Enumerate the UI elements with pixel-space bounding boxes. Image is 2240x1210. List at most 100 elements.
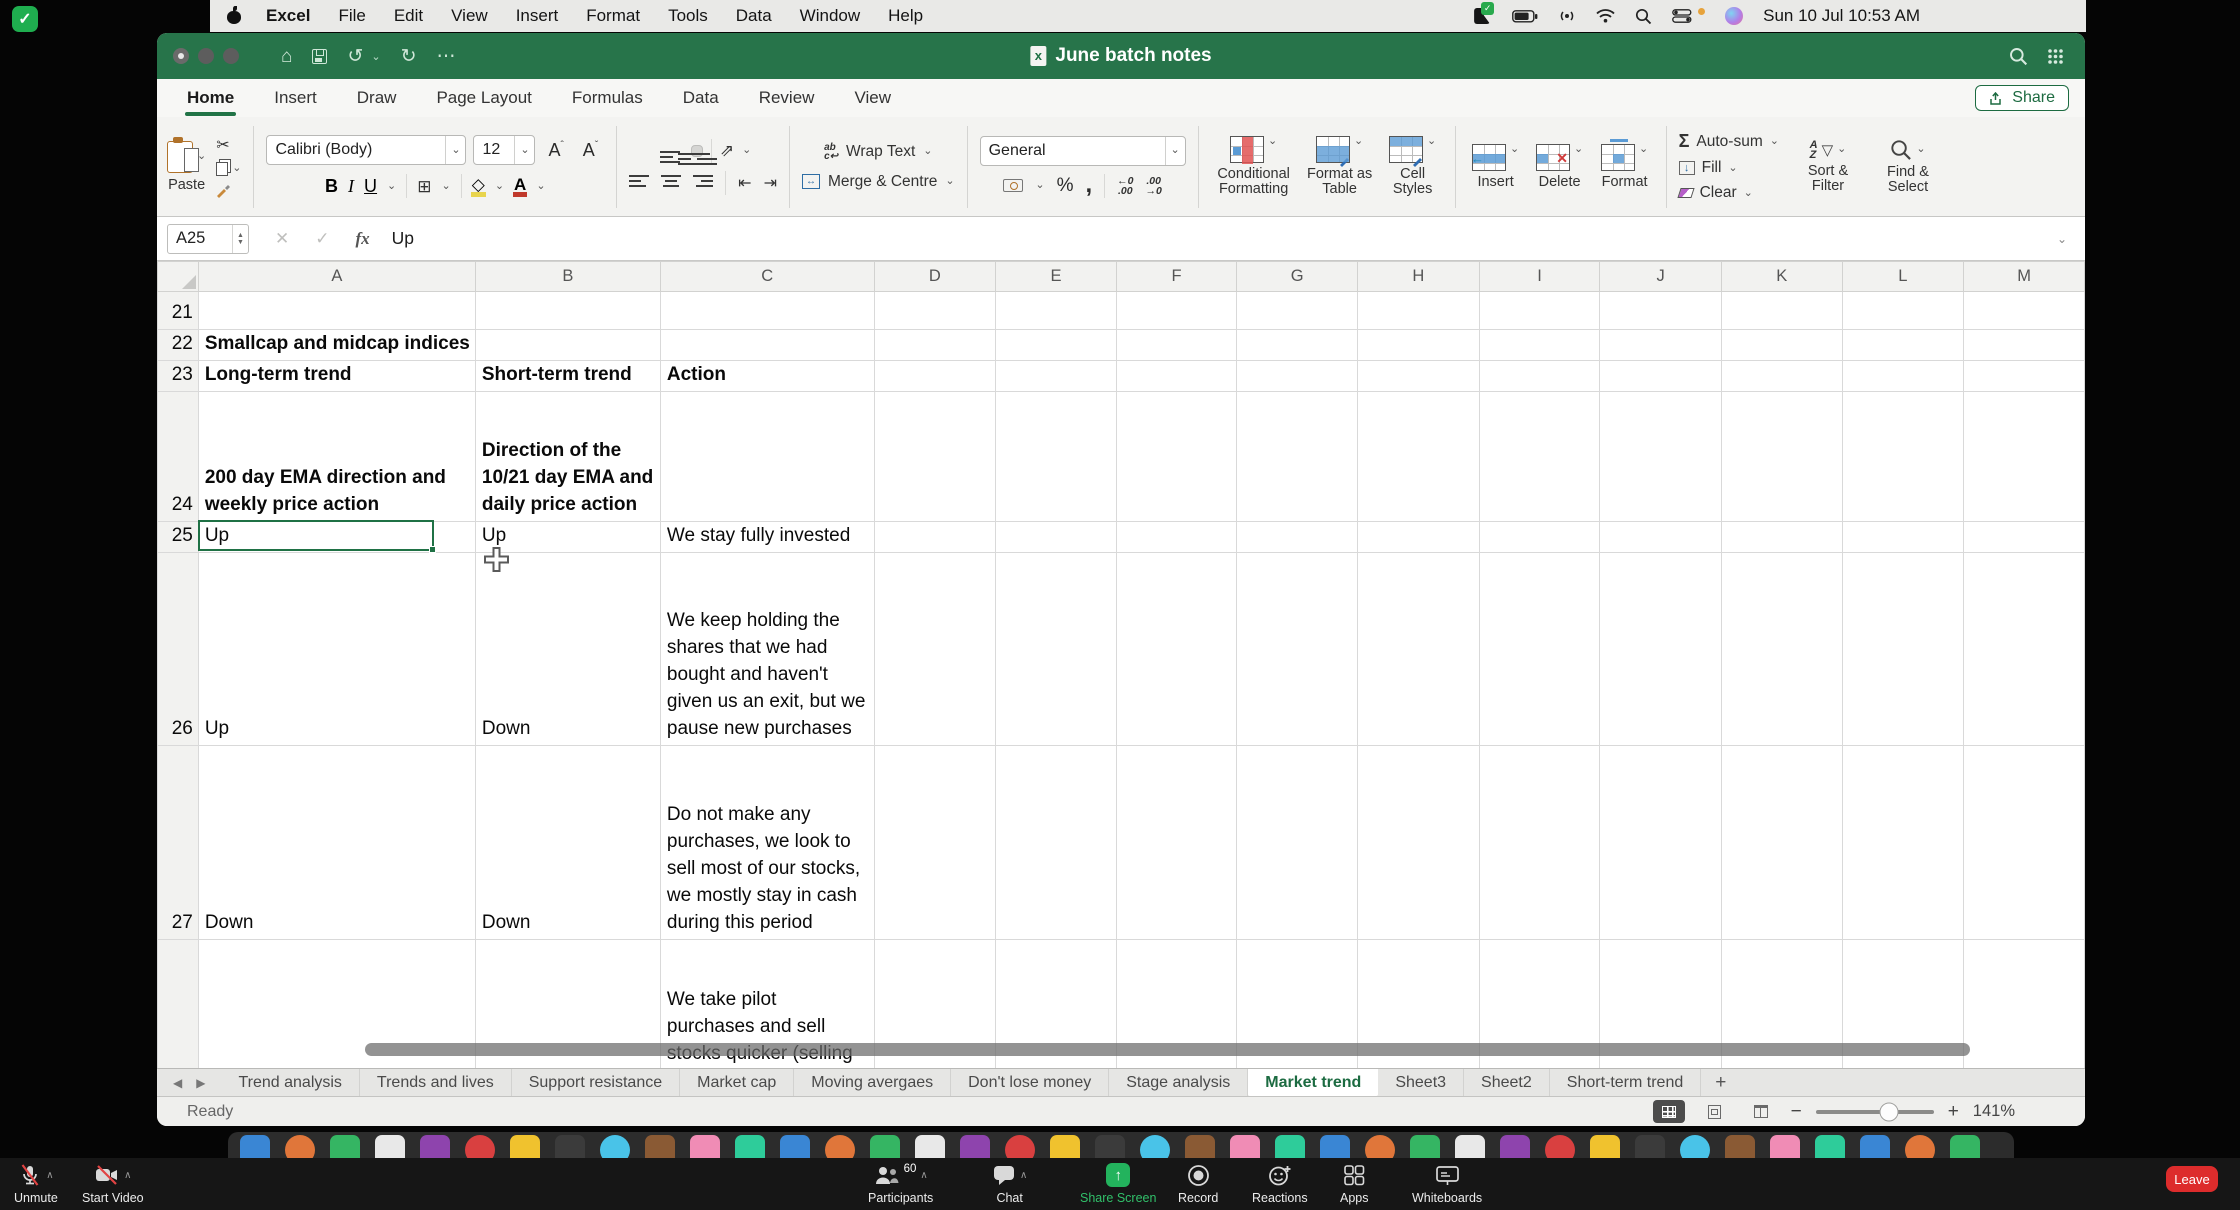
cell[interactable]	[1358, 392, 1480, 522]
bold-button[interactable]: B	[325, 176, 338, 197]
sheet-tab-sheet3[interactable]: Sheet3	[1378, 1069, 1464, 1096]
cell[interactable]	[1721, 553, 1842, 746]
cell[interactable]	[1479, 522, 1600, 553]
zoom-in-button[interactable]: +	[1948, 1101, 1959, 1123]
cell-C22[interactable]	[660, 330, 874, 361]
cell[interactable]	[1116, 292, 1237, 330]
cell[interactable]	[1964, 361, 2085, 392]
zoom-percentage[interactable]: 141%	[1973, 1102, 2015, 1121]
cell[interactable]	[1358, 746, 1480, 940]
menu-edit[interactable]: Edit	[394, 6, 423, 26]
cell[interactable]	[1358, 292, 1480, 330]
column-header-H[interactable]: H	[1358, 262, 1480, 292]
row-header-26[interactable]: 26	[158, 553, 199, 746]
cell[interactable]	[1600, 553, 1722, 746]
menu-file[interactable]: File	[338, 6, 365, 26]
cell[interactable]	[1237, 330, 1358, 361]
leave-meeting-button[interactable]: Leave	[2166, 1166, 2218, 1192]
cell-A25-selected[interactable]: Up	[198, 522, 475, 553]
underline-chevron-icon[interactable]: ⌄	[387, 181, 396, 192]
spotlight-search-icon[interactable]	[1635, 8, 1652, 25]
font-size-select[interactable]: 12 ⌄	[473, 135, 535, 165]
record-button[interactable]: Record	[1178, 1162, 1218, 1205]
wifi-icon[interactable]	[1596, 9, 1615, 23]
apps-button[interactable]: Apps	[1340, 1162, 1369, 1205]
sheet-tab-moving-avergaes[interactable]: Moving avergaes	[794, 1069, 951, 1096]
menu-excel[interactable]: Excel	[266, 6, 310, 26]
tab-review[interactable]: Review	[757, 82, 817, 114]
cut-icon[interactable]: ✂	[216, 135, 229, 155]
orientation-icon[interactable]: ⇗	[720, 142, 734, 159]
cell[interactable]	[1479, 292, 1600, 330]
cell-B21[interactable]	[475, 292, 660, 330]
search-icon[interactable]	[2009, 47, 2028, 66]
cell[interactable]	[874, 361, 996, 392]
cell-C25[interactable]: We stay fully invested	[660, 522, 874, 553]
menu-tools[interactable]: Tools	[668, 6, 708, 26]
cell[interactable]	[1358, 522, 1480, 553]
cell[interactable]	[1358, 361, 1480, 392]
column-header-B[interactable]: B	[475, 262, 660, 292]
row-header-21[interactable]: 21	[158, 292, 199, 330]
share-button[interactable]: Share	[1975, 85, 2069, 111]
cell-B27[interactable]: Down	[475, 746, 660, 940]
tab-insert[interactable]: Insert	[272, 82, 319, 114]
cell-B26[interactable]: Down	[475, 553, 660, 746]
align-center-button[interactable]	[661, 175, 681, 190]
select-all-corner[interactable]	[158, 262, 199, 292]
decrease-indent-icon[interactable]: ⇤	[738, 173, 751, 193]
formula-bar-value[interactable]: Up	[392, 228, 414, 249]
reactions-button[interactable]: Reactions	[1252, 1162, 1308, 1205]
insert-cells-button[interactable]: ⌄ Insert	[1468, 144, 1524, 190]
app-check-icon[interactable]	[1472, 6, 1492, 26]
cell[interactable]	[1842, 361, 1964, 392]
cell[interactable]	[1237, 746, 1358, 940]
cell-B22[interactable]	[475, 330, 660, 361]
cell[interactable]	[996, 392, 1117, 522]
decrease-font-size-button[interactable]: Aˇ	[577, 140, 604, 161]
cell[interactable]	[1721, 292, 1842, 330]
increase-font-size-button[interactable]: Aˆ	[542, 140, 569, 161]
cell[interactable]	[1721, 392, 1842, 522]
menu-format[interactable]: Format	[586, 6, 640, 26]
confirm-entry-icon[interactable]: ✓	[315, 229, 329, 249]
column-header-L[interactable]: L	[1842, 262, 1964, 292]
column-header-G[interactable]: G	[1237, 262, 1358, 292]
copy-chevron-icon[interactable]: ⌄	[232, 163, 241, 174]
align-top-button[interactable]	[655, 146, 665, 156]
cell[interactable]	[1116, 746, 1237, 940]
menu-insert[interactable]: Insert	[516, 6, 559, 26]
font-size-chevron-icon[interactable]: ⌄	[514, 136, 534, 164]
menu-help[interactable]: Help	[888, 6, 923, 26]
format-cells-button[interactable]: ⌄ Format	[1596, 144, 1654, 190]
cell[interactable]	[1237, 392, 1358, 522]
more-commands-icon[interactable]: ⋯	[437, 47, 456, 66]
cell-A24[interactable]: 200 day EMA direction and weekly price a…	[198, 392, 475, 522]
cell[interactable]	[996, 746, 1117, 940]
cell[interactable]	[1600, 292, 1722, 330]
row-header-23[interactable]: 23	[158, 361, 199, 392]
fill-color-chevron-icon[interactable]: ⌄	[495, 181, 504, 192]
cell[interactable]	[1479, 361, 1600, 392]
tab-draw[interactable]: Draw	[355, 82, 399, 114]
cell-C26[interactable]: We keep holding the shares that we had b…	[660, 553, 874, 746]
cell[interactable]	[1721, 361, 1842, 392]
orientation-chevron-icon[interactable]: ⌄	[742, 145, 751, 156]
column-header-A[interactable]: A	[198, 262, 475, 292]
row-header-22[interactable]: 22	[158, 330, 199, 361]
currency-chevron-icon[interactable]: ⌄	[1035, 180, 1044, 191]
italic-button[interactable]: I	[348, 176, 354, 197]
scroll-tabs-right-icon[interactable]: ▶	[196, 1076, 205, 1090]
home-icon[interactable]: ⌂	[281, 47, 292, 66]
close-window-button[interactable]	[173, 48, 189, 64]
whiteboards-button[interactable]: Whiteboards	[1412, 1162, 1482, 1205]
settings-grid-icon[interactable]	[2046, 47, 2065, 66]
decrease-decimal-button[interactable]: .00→0	[1146, 176, 1162, 196]
cell[interactable]	[1479, 392, 1600, 522]
participants-caret-icon[interactable]: ∧	[920, 1170, 927, 1181]
sheet-tab-support-resistance[interactable]: Support resistance	[512, 1069, 680, 1096]
cell[interactable]	[1358, 330, 1480, 361]
column-header-E[interactable]: E	[996, 262, 1117, 292]
tab-view[interactable]: View	[852, 82, 893, 114]
sheet-tab-market-trend-active[interactable]: Market trend	[1248, 1069, 1378, 1096]
